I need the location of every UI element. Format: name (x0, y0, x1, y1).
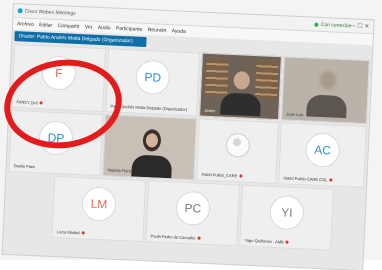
webex-logo-icon (17, 8, 23, 14)
bookshelf-background (254, 60, 279, 100)
menu-share[interactable]: Compartir (57, 23, 79, 30)
mic-muted-icon (239, 174, 243, 178)
participant-name: Mariela Flórez (107, 167, 134, 174)
participant-initials: LM (81, 186, 117, 223)
mic-muted-icon (81, 231, 85, 235)
participant-name: Lucia Madrid (57, 229, 85, 235)
participant-tile-paula[interactable]: PC Paula Pedro de Carvalho (145, 180, 241, 247)
app-title-text: Cisco Webex Meetings (24, 8, 76, 17)
participant-name: Danilo Paez (13, 163, 36, 170)
menu-audio[interactable]: Audio (98, 25, 111, 32)
menu-file[interactable]: Archivo (17, 21, 34, 28)
app-title: Cisco Webex Meetings (17, 8, 76, 17)
menu-meeting[interactable]: Reunión (148, 27, 167, 34)
menu-help[interactable]: Ayuda (172, 28, 186, 35)
participant-tile-lucia[interactable]: LM Lucia Madrid (51, 176, 147, 243)
participant-name: Pablo Andrés Motta Delgado (Organizador) (110, 103, 188, 112)
participant-face-blurred (319, 70, 337, 90)
participant-tile-astrid-care[interactable]: AC Astrid Pulido CARE COL (278, 122, 367, 189)
participant-name: Astrid Pulido CARE COL (283, 175, 333, 183)
mic-muted-icon (285, 241, 289, 245)
bookshelf-background (205, 57, 229, 97)
window-controls[interactable]: — ☐ ✕ (349, 22, 369, 30)
menu-view[interactable]: Ver (85, 24, 93, 30)
participant-name: Juan Luis (286, 111, 304, 118)
participant-initials: YI (269, 195, 305, 231)
participant-video-javier[interactable]: Javier (199, 52, 282, 121)
participant-initials: AC (304, 132, 341, 169)
menu-participant[interactable]: Participante (116, 26, 143, 33)
participant-initials: PD (135, 59, 171, 96)
participant-body (131, 154, 173, 179)
mic-muted-icon (197, 236, 201, 241)
photo-background: Cisco Webex Meetings Con conexión — ☐ ✕ … (0, 0, 382, 270)
mic-muted-icon (329, 178, 333, 183)
participant-face (233, 71, 251, 90)
participant-tile-astrid[interactable]: Astrid Pulido_CARE (196, 118, 279, 185)
participant-video-juan-luis[interactable]: Juan Luis (281, 56, 370, 125)
participant-body (220, 92, 262, 117)
participant-name: Yago Quiñones · AMB (244, 238, 289, 245)
connected-dot-icon (314, 22, 319, 27)
participant-video-mariela[interactable]: Mariela Flórez (102, 114, 197, 181)
participant-name: Astrid Pulido_CARE (201, 172, 243, 179)
default-avatar-icon (225, 132, 251, 158)
participant-initials: PC (175, 190, 211, 227)
participant-tile-yago[interactable]: YI Yago Quiñones · AMB (239, 184, 334, 251)
connection-status-text: Con conexión (320, 21, 352, 30)
participant-name: Javier (204, 107, 216, 114)
participant-body (306, 94, 348, 119)
menu-edit[interactable]: Editar (39, 22, 52, 29)
connection-status: Con conexión (314, 21, 352, 30)
participant-name: Paula Pedro de Carvalho (151, 233, 201, 240)
